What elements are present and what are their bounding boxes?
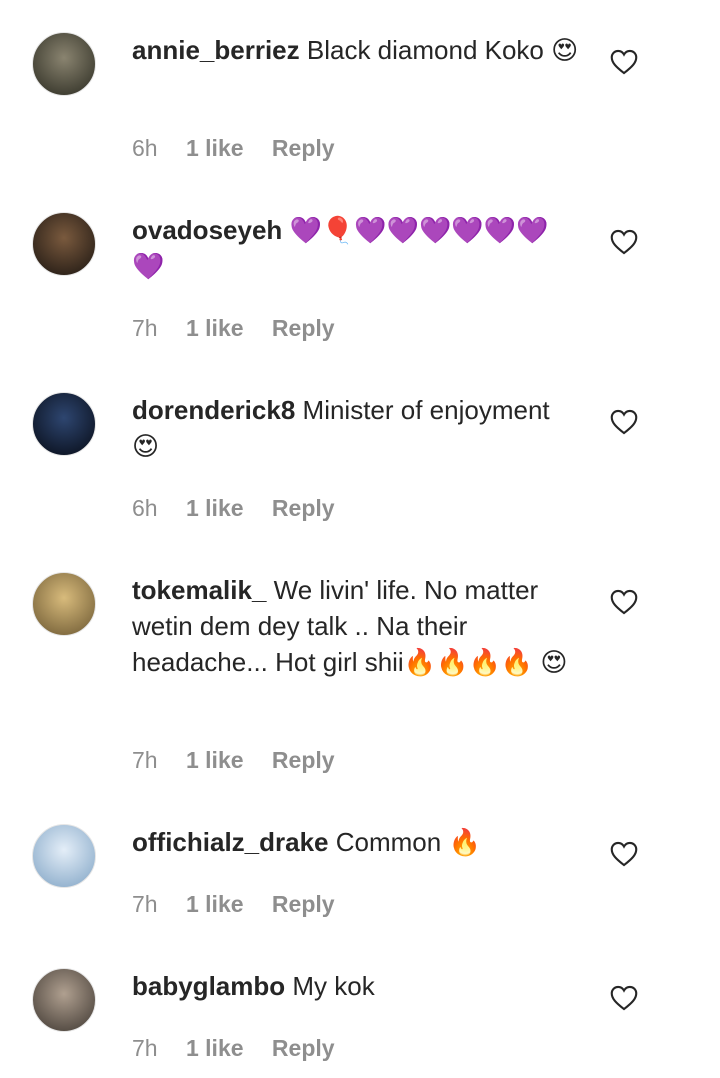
comment-body: ovadoseyeh 💜🎈💜💜💜💜💜💜 💜	[132, 212, 582, 284]
username[interactable]: babyglambo	[132, 971, 285, 1001]
timestamp: 7h	[132, 891, 158, 917]
likes-count[interactable]: 1 like	[186, 891, 244, 917]
timestamp: 6h	[132, 135, 158, 161]
comment-body: offichialz_drake Common 🔥	[132, 824, 582, 860]
reply-button[interactable]: Reply	[272, 1035, 335, 1061]
username[interactable]: dorenderick8	[132, 395, 295, 425]
like-heart-icon[interactable]	[610, 229, 638, 255]
timestamp: 7h	[132, 315, 158, 341]
reply-button[interactable]: Reply	[272, 495, 335, 521]
comment-text: My kok	[292, 971, 375, 1001]
timestamp: 7h	[132, 1035, 158, 1061]
comment-meta: 7h 1 like Reply	[132, 745, 335, 775]
comment-body: babyglambo My kok	[132, 968, 582, 1004]
avatar[interactable]	[32, 572, 96, 636]
comment-body: tokemalik_ We livin' life. No matter wet…	[132, 572, 582, 680]
reply-button[interactable]: Reply	[272, 135, 335, 161]
likes-count[interactable]: 1 like	[186, 135, 244, 161]
username[interactable]: offichialz_drake	[132, 827, 329, 857]
comment-meta: 6h 1 like Reply	[132, 133, 335, 163]
likes-count[interactable]: 1 like	[186, 747, 244, 773]
reply-button[interactable]: Reply	[272, 315, 335, 341]
username[interactable]: annie_berriez	[132, 35, 300, 65]
username[interactable]: tokemalik_	[132, 575, 266, 605]
comment-body: dorenderick8 Minister of enjoyment 😍	[132, 392, 582, 464]
comment-meta: 7h 1 like Reply	[132, 1033, 335, 1063]
comment-text: Black diamond Koko 😍	[306, 35, 579, 65]
avatar[interactable]	[32, 968, 96, 1032]
avatar[interactable]	[32, 392, 96, 456]
comment-body: annie_berriez Black diamond Koko 😍	[132, 32, 582, 68]
comment-text: Common 🔥	[335, 827, 481, 857]
timestamp: 7h	[132, 747, 158, 773]
comment-meta: 6h 1 like Reply	[132, 493, 335, 523]
comment-meta: 7h 1 like Reply	[132, 889, 335, 919]
like-heart-icon[interactable]	[610, 985, 638, 1011]
like-heart-icon[interactable]	[610, 409, 638, 435]
like-heart-icon[interactable]	[610, 841, 638, 867]
like-heart-icon[interactable]	[610, 49, 638, 75]
avatar[interactable]	[32, 32, 96, 96]
timestamp: 6h	[132, 495, 158, 521]
reply-button[interactable]: Reply	[272, 747, 335, 773]
likes-count[interactable]: 1 like	[186, 315, 244, 341]
username[interactable]: ovadoseyeh	[132, 215, 282, 245]
avatar[interactable]	[32, 824, 96, 888]
avatar[interactable]	[32, 212, 96, 276]
reply-button[interactable]: Reply	[272, 891, 335, 917]
comment-meta: 7h 1 like Reply	[132, 313, 335, 343]
like-heart-icon[interactable]	[610, 589, 638, 615]
likes-count[interactable]: 1 like	[186, 495, 244, 521]
likes-count[interactable]: 1 like	[186, 1035, 244, 1061]
